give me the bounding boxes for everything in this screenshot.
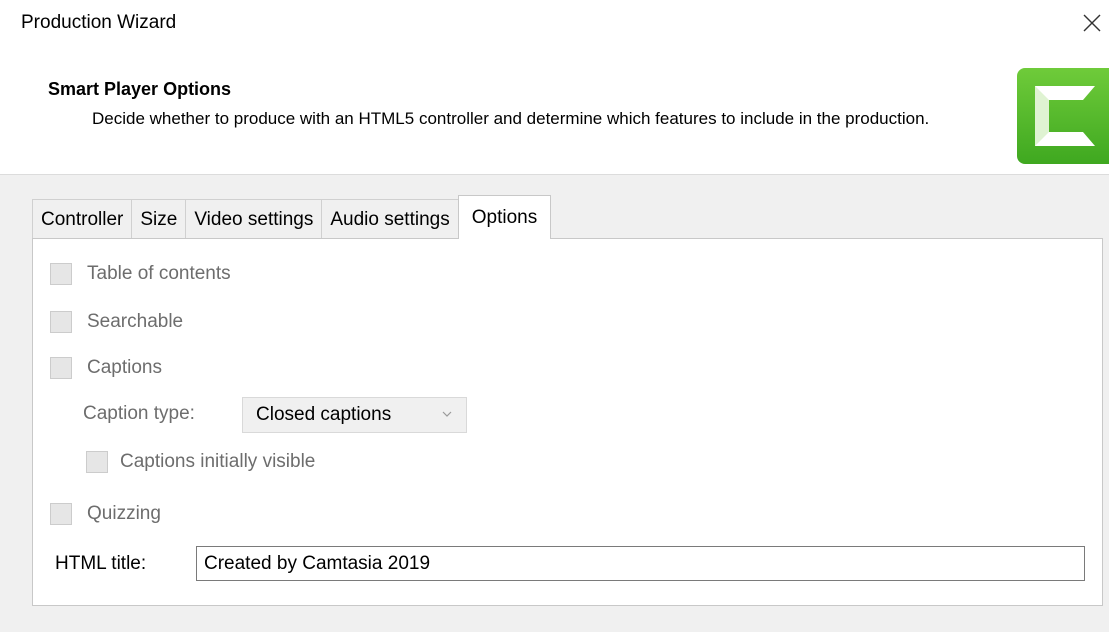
wizard-body: Controller Size Video settings Audio set… (0, 174, 1109, 632)
searchable-label: Searchable (87, 311, 184, 332)
html-title-label: HTML title: (55, 553, 147, 574)
html-title-input[interactable] (196, 546, 1085, 581)
caption-type-select[interactable]: Closed captions (242, 397, 467, 433)
quizzing-label: Quizzing (87, 503, 161, 524)
close-icon (1083, 14, 1101, 32)
quizzing-option: Quizzing (50, 503, 161, 525)
captions-initially-visible-checkbox[interactable] (86, 451, 108, 473)
tab-size[interactable]: Size (131, 199, 187, 239)
captions-initially-visible-option: Captions initially visible (86, 451, 315, 473)
tab-controller[interactable]: Controller (32, 199, 133, 239)
camtasia-logo-icon (1017, 68, 1109, 164)
captions-initially-visible-label: Captions initially visible (120, 451, 316, 472)
tab-strip: Controller Size Video settings Audio set… (32, 195, 552, 239)
page-description: Decide whether to produce with an HTML5 … (92, 109, 930, 128)
table-of-contents-option: Table of contents (50, 263, 231, 285)
searchable-option: Searchable (50, 311, 183, 333)
captions-checkbox[interactable] (50, 357, 72, 379)
quizzing-checkbox[interactable] (50, 503, 72, 525)
options-panel: Table of contents Searchable Captions Ca… (32, 238, 1103, 606)
tab-audio-settings[interactable]: Audio settings (321, 199, 459, 239)
captions-option: Captions (50, 357, 162, 379)
caption-type-label: Caption type: (83, 403, 195, 424)
page-title: Smart Player Options (48, 79, 232, 99)
tab-video-settings[interactable]: Video settings (185, 199, 323, 239)
table-of-contents-label: Table of contents (87, 263, 231, 284)
close-button[interactable] (1075, 6, 1109, 40)
table-of-contents-checkbox[interactable] (50, 263, 72, 285)
searchable-checkbox[interactable] (50, 311, 72, 333)
title-bar: Production Wizard (0, 0, 1109, 46)
wizard-header: Smart Player Options Decide whether to p… (0, 46, 1109, 174)
tab-options[interactable]: Options (457, 195, 552, 239)
captions-label: Captions (87, 357, 162, 378)
caption-type-value: Closed captions (256, 404, 392, 425)
window-title: Production Wizard (21, 12, 177, 33)
chevron-down-icon (442, 411, 452, 417)
